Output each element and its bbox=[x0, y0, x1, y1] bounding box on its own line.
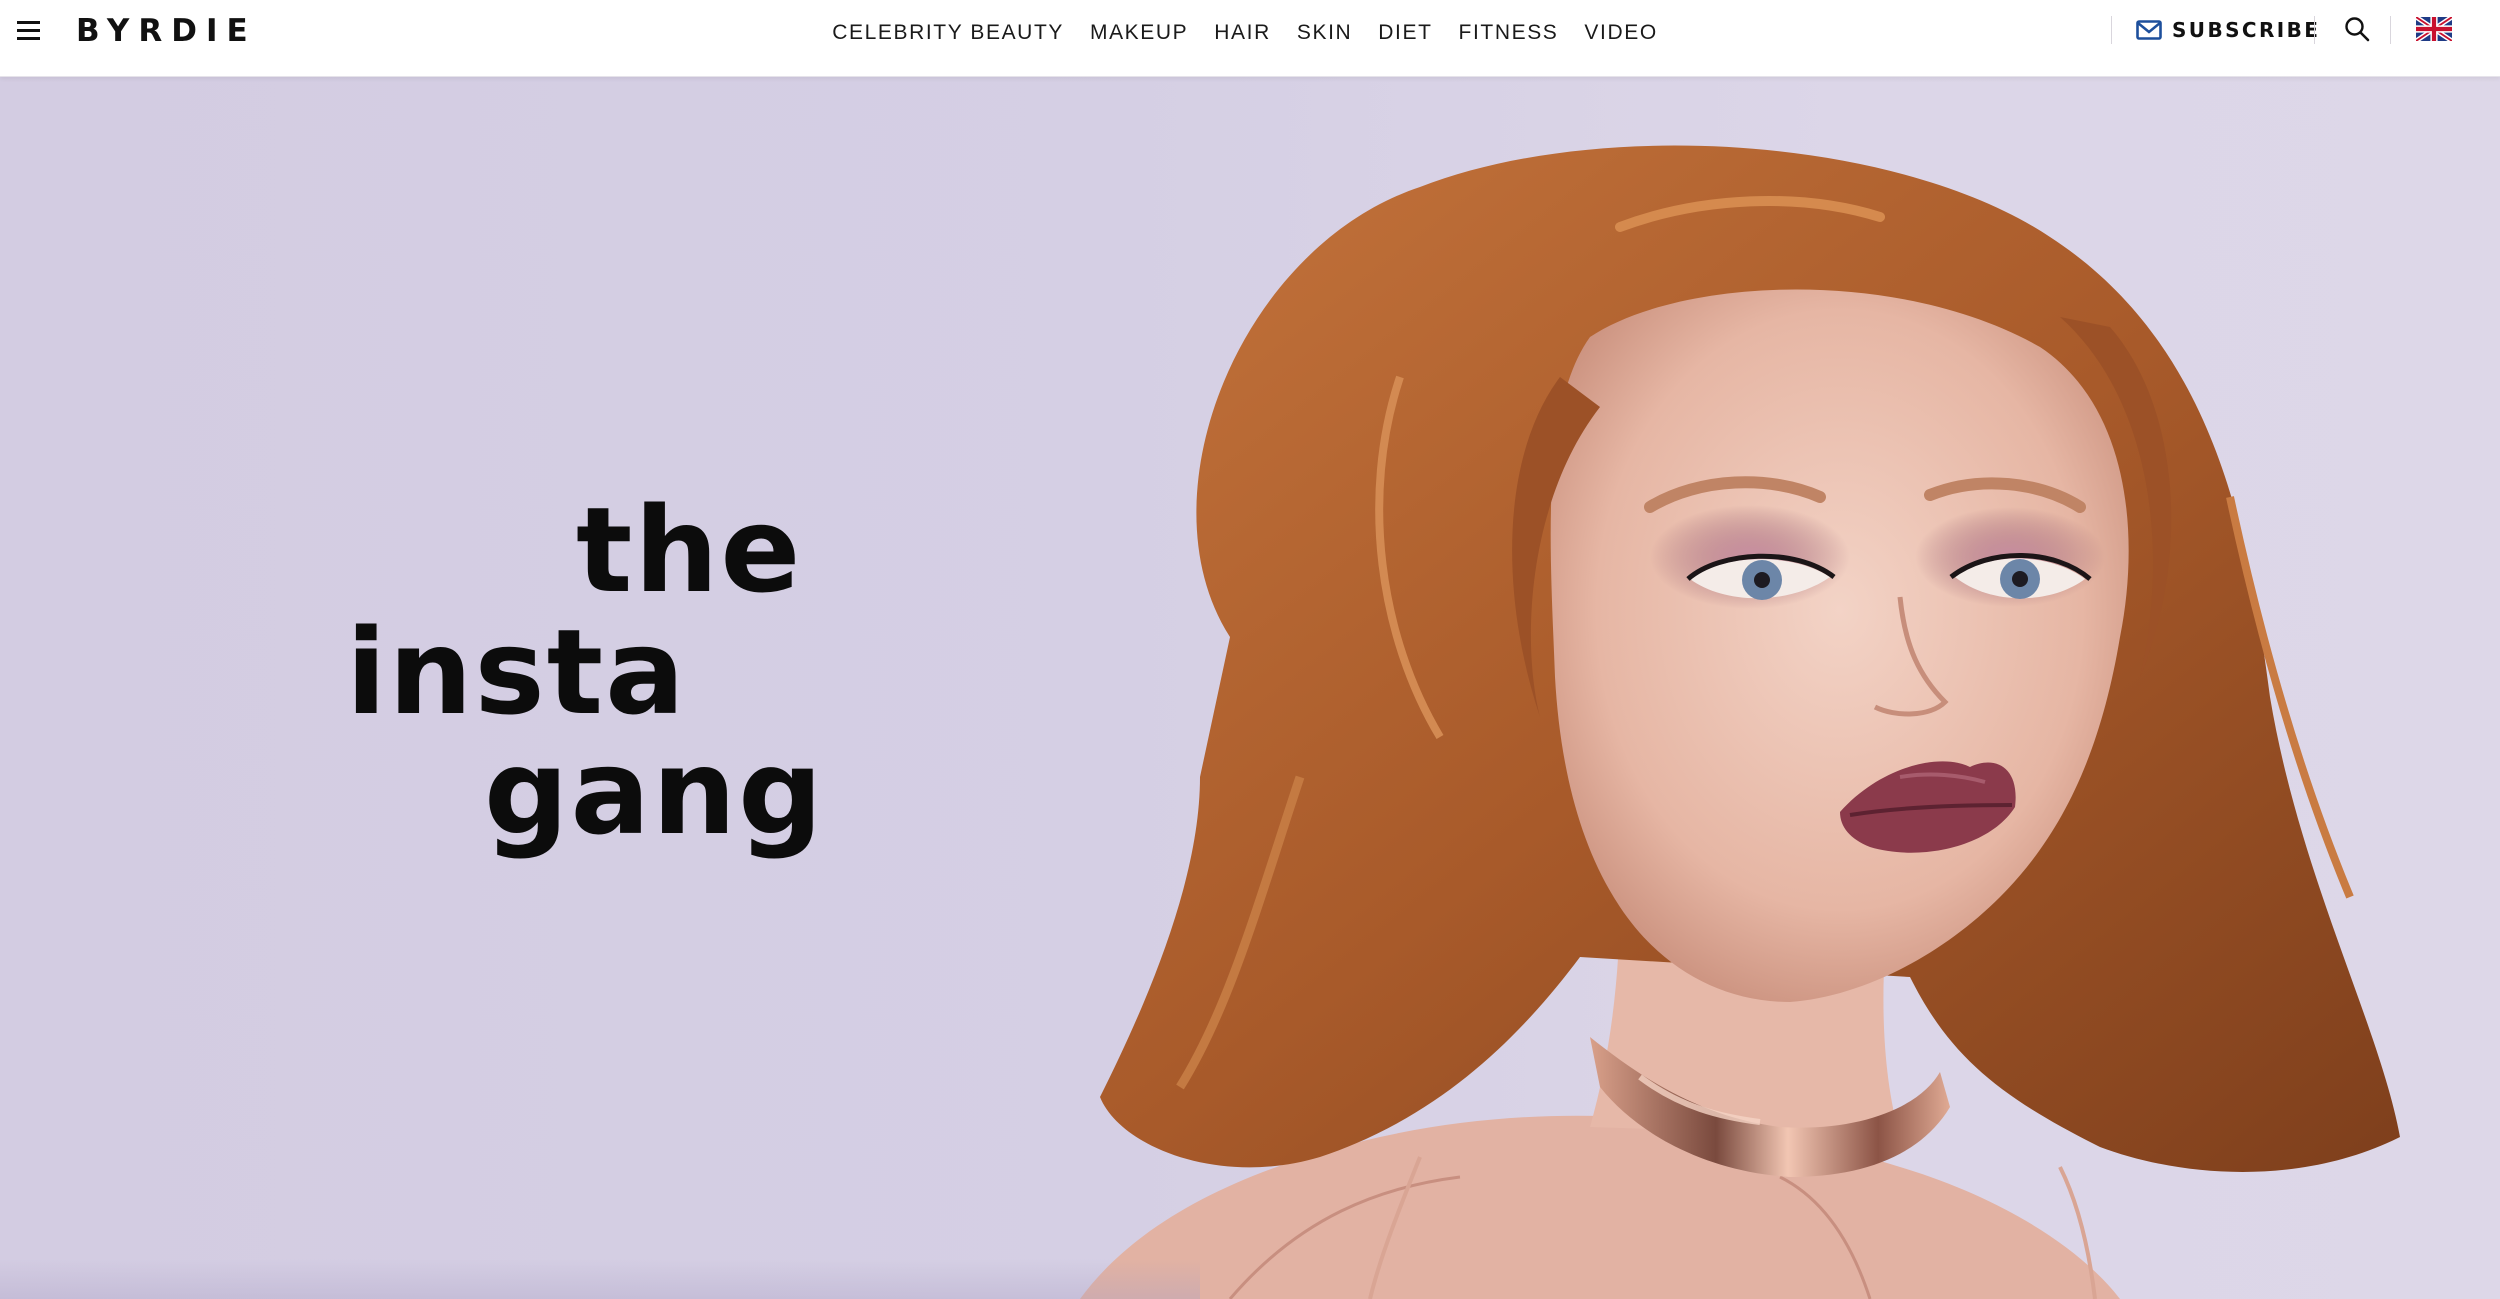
hero-shade bbox=[0, 1259, 1200, 1299]
headline-line-3: gang bbox=[484, 723, 825, 861]
site-header: BYRDIE CELEBRITY BEAUTY MAKEUP HAIR SKIN… bbox=[0, 0, 2500, 77]
main-nav-list: CELEBRITY BEAUTY MAKEUP HAIR SKIN DIET F… bbox=[832, 17, 1658, 49]
site-logo[interactable]: BYRDIE bbox=[76, 12, 257, 50]
nav-item-makeup[interactable]: MAKEUP bbox=[1090, 17, 1188, 49]
nav-item-skin[interactable]: SKIN bbox=[1297, 17, 1352, 49]
hero-section: the insta gang bbox=[0, 77, 2500, 1299]
nav-item-video[interactable]: VIDEO bbox=[1584, 17, 1657, 49]
uk-flag-icon[interactable] bbox=[2416, 17, 2452, 41]
header-divider bbox=[2314, 16, 2315, 44]
menu-bar bbox=[17, 37, 40, 40]
nav-item-hair[interactable]: HAIR bbox=[1214, 17, 1271, 49]
search-icon[interactable] bbox=[2343, 15, 2371, 43]
headline-line-2: insta bbox=[346, 603, 687, 741]
hamburger-menu-icon[interactable] bbox=[16, 16, 42, 44]
menu-bar bbox=[17, 29, 40, 32]
nav-item-fitness[interactable]: FITNESS bbox=[1459, 17, 1559, 49]
menu-bar bbox=[17, 21, 40, 24]
envelope-icon bbox=[2136, 20, 2162, 40]
subscribe-button[interactable]: SUBSCRIBE bbox=[2136, 14, 2320, 46]
main-nav: CELEBRITY BEAUTY MAKEUP HAIR SKIN DIET F… bbox=[0, 16, 2500, 50]
subscribe-label: SUBSCRIBE bbox=[2172, 18, 2321, 42]
header-divider bbox=[2111, 16, 2112, 44]
header-divider bbox=[2390, 16, 2391, 44]
nav-item-diet[interactable]: DIET bbox=[1378, 17, 1432, 49]
page: BYRDIE CELEBRITY BEAUTY MAKEUP HAIR SKIN… bbox=[0, 0, 2500, 1299]
nav-item-celebrity-beauty[interactable]: CELEBRITY BEAUTY bbox=[832, 17, 1064, 49]
headline-line-1: the bbox=[576, 481, 803, 619]
